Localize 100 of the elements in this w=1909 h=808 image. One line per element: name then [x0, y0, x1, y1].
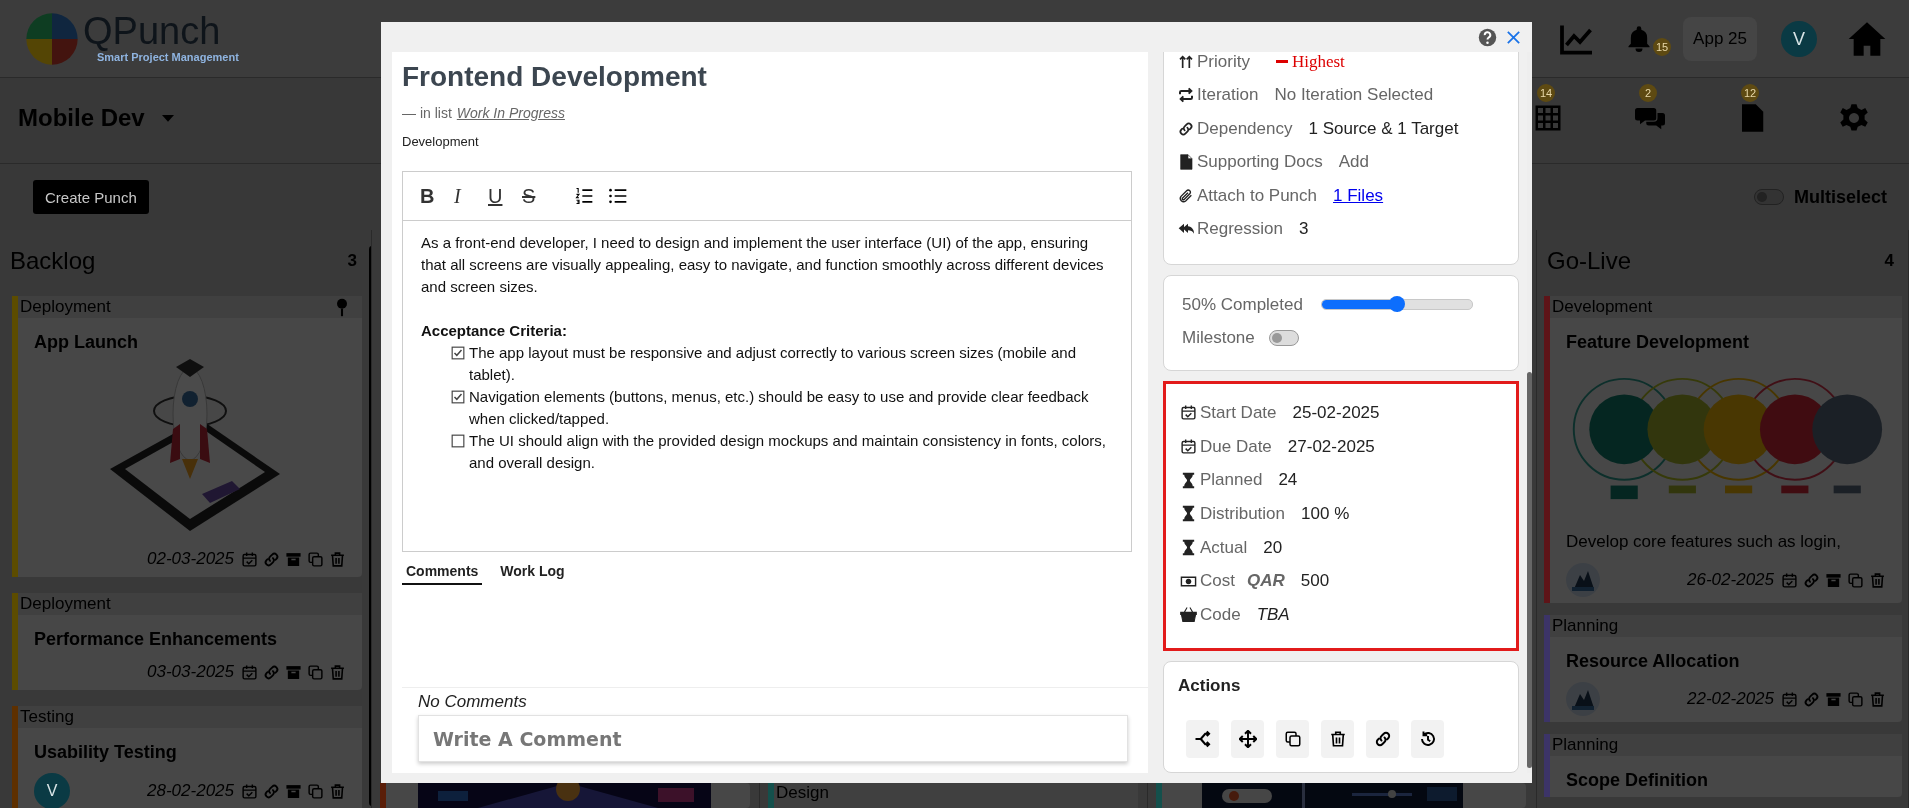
field-value: 1 Source & 1 Target [1308, 118, 1459, 139]
currency-label: QAR [1246, 571, 1285, 592]
delete-icon[interactable] [329, 663, 346, 681]
archive-icon[interactable] [285, 782, 302, 800]
format-button[interactable]: S [522, 184, 556, 208]
paperclip-icon [1178, 187, 1194, 204]
calendar-icon [1180, 404, 1197, 422]
tag-label: Deployment [20, 297, 111, 317]
field-value: 20 [1263, 537, 1283, 558]
calendar-icon[interactable] [1781, 690, 1798, 708]
checkbox[interactable] [451, 390, 465, 404]
task-title: Frontend Development [402, 60, 708, 94]
calendar-icon[interactable] [241, 782, 258, 800]
tag-label: Development [1552, 297, 1653, 317]
format-button[interactable]: B [420, 184, 454, 208]
field-value: 500 [1300, 571, 1330, 592]
link-icon[interactable] [1803, 690, 1820, 708]
task-card[interactable]: Testing Usability Testing V 28-02-2025 [12, 706, 362, 808]
criteria-item: The app layout must be responsive and adjust correctly to various screen sizes (mobile and tablet). [469, 343, 1077, 385]
calendar-icon [1180, 438, 1197, 456]
link-icon[interactable] [263, 550, 280, 568]
link-icon[interactable] [263, 663, 280, 681]
copy-icon[interactable] [307, 550, 324, 568]
format-button[interactable]: I [454, 184, 488, 208]
move-icon [1238, 729, 1257, 748]
basket-icon [1180, 606, 1197, 624]
archive-icon[interactable] [285, 663, 302, 681]
field-label: Actual [1200, 537, 1248, 558]
sort-icon [1178, 53, 1194, 70]
history-button[interactable] [1411, 719, 1444, 758]
create-button[interactable]: Create Punch [33, 180, 149, 214]
text-editor[interactable] [402, 171, 1132, 552]
tab[interactable]: Comments [402, 558, 483, 585]
field-value[interactable]: No Iteration Selected [1274, 85, 1434, 106]
copy-button[interactable] [1276, 719, 1309, 758]
archive-icon[interactable] [1825, 690, 1842, 708]
copy-icon[interactable] [307, 782, 324, 800]
slider-thumb[interactable] [1388, 296, 1405, 312]
count-badge: 2 [1639, 83, 1657, 102]
user-avatar[interactable]: V [1781, 20, 1817, 57]
branch-button[interactable] [1186, 719, 1219, 758]
progress-slider[interactable] [1320, 299, 1473, 310]
link-icon [1178, 120, 1194, 137]
delete-icon[interactable] [1869, 571, 1886, 589]
bullet-list-icon[interactable] [608, 186, 628, 206]
archive-icon[interactable] [285, 550, 302, 568]
field-label: Dependency [1197, 118, 1293, 139]
count-badge: 12 [1741, 83, 1759, 102]
column-count: 4 [1884, 251, 1894, 271]
link-icon[interactable] [1803, 571, 1820, 589]
delete-button[interactable] [1321, 719, 1354, 758]
tag-label: Design [776, 783, 829, 803]
column-title: Go-Live [1547, 247, 1632, 275]
checkbox[interactable] [451, 346, 465, 360]
task-card[interactable] [1156, 783, 1526, 808]
close-icon[interactable] [1505, 28, 1522, 46]
tag-label: Deployment [20, 594, 111, 614]
progress-label: 50% Completed [1182, 294, 1303, 315]
help-icon[interactable] [1478, 27, 1497, 47]
description-text: As a front-end developer, I need to design and implement the user interface (UI) of the app, ensuring that all screens are visually appealing, easy to navigate, and function smoothly across different devices and screen sizes. [421, 233, 1105, 297]
card-title: App Launch [34, 331, 139, 353]
field-value[interactable]: Add [1338, 152, 1369, 173]
list-link[interactable]: Work In Progress [456, 105, 565, 121]
priority-value[interactable]: Highest [1291, 52, 1345, 72]
delete-icon[interactable] [329, 782, 346, 800]
calendar-icon[interactable] [241, 663, 258, 681]
scrollbar[interactable] [1527, 372, 1532, 768]
comment-field[interactable]: Write A Comment [418, 715, 1128, 762]
logo-icon [24, 10, 80, 67]
document-icon [1178, 154, 1194, 171]
toggle-switch[interactable] [1268, 329, 1299, 346]
move-button[interactable] [1231, 719, 1264, 758]
files-link[interactable]: 1 Files [1333, 185, 1384, 206]
field-label: Code [1200, 604, 1241, 625]
field-label: Priority [1197, 52, 1250, 72]
copy-icon[interactable] [1847, 690, 1864, 708]
delete-icon[interactable] [329, 550, 346, 568]
link-button[interactable] [1366, 719, 1399, 758]
link-icon[interactable] [263, 782, 280, 800]
format-button[interactable]: U [488, 184, 522, 208]
criteria-item: The UI should align with the provided design mockups and maintain consistency in fonts, colors, and overall design. [469, 431, 1107, 473]
delete-icon[interactable] [1869, 690, 1886, 708]
numbered-list-icon[interactable] [574, 186, 594, 206]
copy-icon[interactable] [307, 663, 324, 681]
hourglass-icon [1180, 539, 1197, 557]
calendar-icon[interactable] [1781, 571, 1798, 589]
tab[interactable]: Work Log [496, 558, 569, 585]
copy-icon[interactable] [1847, 571, 1864, 589]
task-card[interactable] [380, 783, 750, 808]
calendar-icon[interactable] [241, 550, 258, 568]
field-value: 100 % [1301, 503, 1350, 524]
branch-icon [1193, 729, 1212, 748]
repeat-icon [1178, 87, 1194, 104]
field-label: Regression [1197, 219, 1283, 240]
archive-icon[interactable] [1825, 571, 1842, 589]
checkbox[interactable] [451, 434, 465, 448]
settings-icon[interactable] [1839, 102, 1869, 133]
field-value: 25-02-2025 [1292, 402, 1380, 423]
list-label: — in list [402, 105, 452, 121]
field-label: Cost [1200, 571, 1235, 592]
